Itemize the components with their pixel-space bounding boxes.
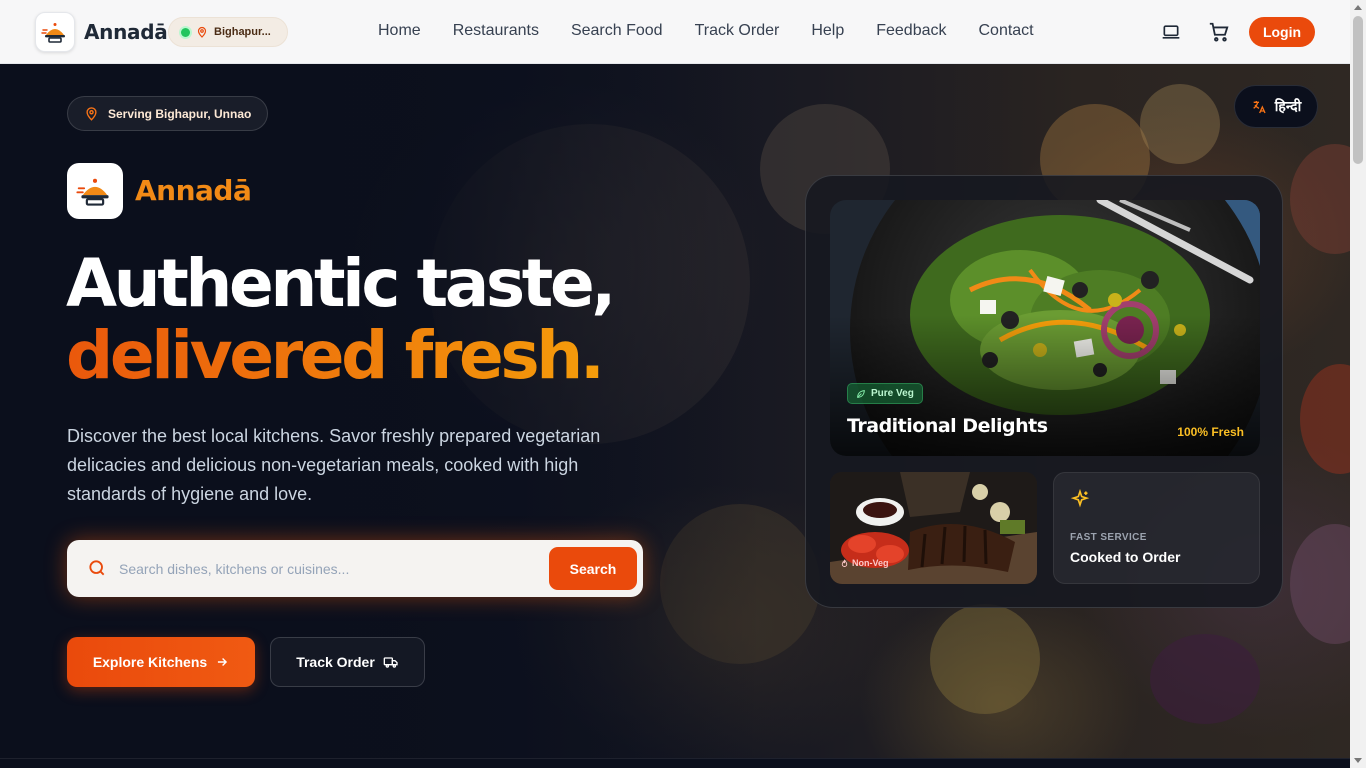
hero-brand-name: Annadā: [135, 174, 252, 207]
nav-logo[interactable]: [35, 12, 75, 52]
scroll-down-arrow[interactable]: [1354, 758, 1362, 763]
bg-food-decoration: [930, 604, 1040, 714]
search-button[interactable]: Search: [549, 547, 637, 590]
map-pin-icon: [197, 26, 207, 38]
translate-icon: [1253, 100, 1266, 113]
nav-link-help[interactable]: Help: [811, 22, 844, 40]
location-selector[interactable]: Bighapur...: [168, 17, 288, 47]
status-dot: [181, 27, 190, 37]
hero-headline: Authentic taste, delivered fresh.: [66, 245, 616, 392]
map-pin-icon: [86, 107, 97, 121]
track-order-label: Track Order: [296, 654, 375, 670]
section-divider: [0, 758, 1350, 768]
fast-service-card: FAST SERVICE Cooked to Order: [1053, 472, 1260, 584]
location-text: Bighapur...: [214, 26, 271, 38]
bg-food-decoration: [1150, 634, 1260, 724]
app-logo-icon: [76, 178, 109, 206]
language-toggle-button[interactable]: हिन्दी: [1234, 85, 1318, 128]
app-logo-icon: [41, 23, 65, 43]
feature-dish-card[interactable]: Pure Veg Traditional Delights 100% Fresh: [830, 200, 1260, 456]
explore-kitchens-button[interactable]: Explore Kitchens: [67, 637, 255, 687]
hero-logo: [67, 163, 123, 219]
nav-link-search-food[interactable]: Search Food: [571, 22, 663, 40]
arrow-right-icon: [218, 658, 228, 666]
fast-service-subtitle: FAST SERVICE: [1070, 532, 1147, 543]
serving-location-badge: Serving Bighapur, Unnao: [67, 96, 269, 131]
hero-search-bar: Search: [67, 540, 643, 597]
search-input[interactable]: [119, 540, 539, 597]
flame-icon: [841, 559, 848, 567]
pure-veg-label: Pure Veg: [871, 388, 914, 399]
nonveg-badge: Non-Veg: [840, 558, 889, 568]
hero-description: Discover the best local kitchens. Savor …: [67, 426, 601, 504]
search-icon: [87, 558, 107, 583]
bg-food-decoration: [1290, 524, 1350, 644]
feature-title: Traditional Delights: [847, 415, 1048, 437]
nav-link-contact[interactable]: Contact: [978, 22, 1033, 40]
scroll-up-arrow[interactable]: [1354, 5, 1362, 10]
cart-button[interactable]: [1207, 20, 1231, 44]
truck-icon: [383, 657, 398, 668]
pure-veg-badge: Pure Veg: [847, 383, 923, 404]
fresh-badge: 100% Fresh: [1177, 425, 1244, 439]
food-showcase-card: Pure Veg Traditional Delights 100% Fresh…: [805, 175, 1283, 608]
scroll-thumb[interactable]: [1353, 16, 1363, 164]
nav-link-restaurants[interactable]: Restaurants: [453, 22, 539, 40]
bg-food-decoration: [1300, 364, 1350, 474]
nonveg-label: Non-Veg: [852, 558, 889, 568]
nav-link-home[interactable]: Home: [378, 22, 421, 40]
laptop-icon: [1162, 25, 1180, 39]
login-button[interactable]: Login: [1249, 17, 1315, 47]
device-toggle-button[interactable]: [1159, 20, 1183, 44]
leaf-icon: [857, 389, 865, 398]
top-navbar: Annadā Bighapur... Home Restaurants Sear…: [0, 0, 1350, 64]
page-scrollbar[interactable]: [1350, 0, 1366, 768]
sparkles-icon: [1070, 489, 1090, 508]
bg-food-decoration: [1140, 84, 1220, 164]
explore-kitchens-label: Explore Kitchens: [92, 654, 208, 670]
track-order-button[interactable]: Track Order: [270, 637, 425, 687]
nav-brand-name[interactable]: Annadā: [84, 20, 168, 44]
nav-link-track-order[interactable]: Track Order: [695, 22, 780, 40]
headline-line-1: Authentic taste,: [66, 245, 616, 322]
nonveg-dish-card[interactable]: Non-Veg: [830, 472, 1037, 584]
nav-link-feedback[interactable]: Feedback: [876, 22, 946, 40]
bg-food-decoration: [1290, 144, 1350, 254]
fast-service-title: Cooked to Order: [1070, 549, 1181, 565]
nav-links: Home Restaurants Search Food Track Order…: [378, 22, 1066, 40]
cart-icon: [1209, 22, 1229, 42]
headline-line-2: delivered fresh.: [66, 320, 613, 392]
serving-text: Serving Bighapur, Unnao: [108, 106, 252, 121]
language-label: हिन्दी: [1274, 98, 1302, 114]
